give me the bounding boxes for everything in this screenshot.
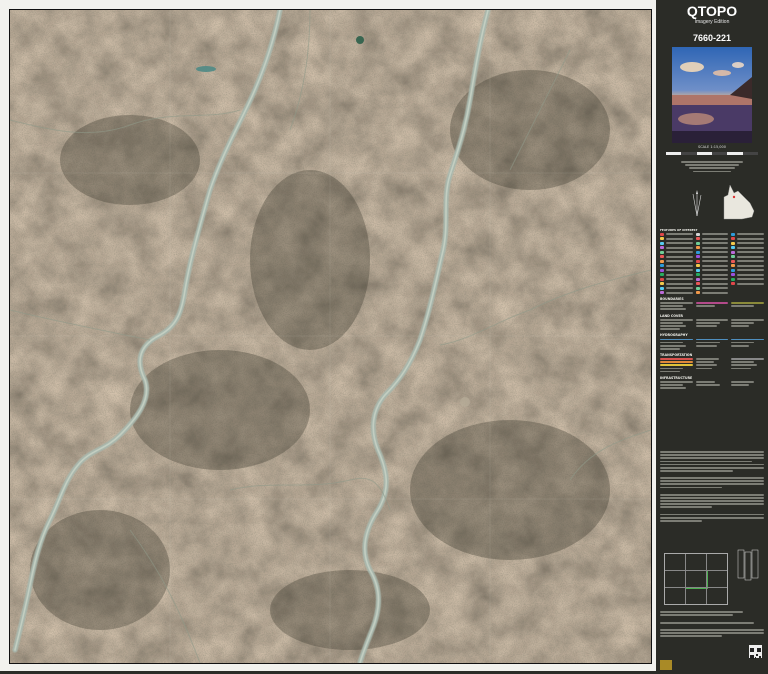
adjoining-sheets-index <box>664 553 728 605</box>
disclaimer-text <box>660 450 764 523</box>
map-sheet-diagram <box>736 548 760 582</box>
product-subtitle: Imagery Edition <box>694 19 730 25</box>
terrain-imagery <box>10 10 651 663</box>
dam <box>356 36 364 44</box>
footer-notes <box>660 610 764 638</box>
waterhole <box>196 66 216 72</box>
government-logo <box>660 655 672 670</box>
cover-photo <box>672 47 752 143</box>
sheet-number: 7660-221 <box>692 33 732 43</box>
scale-bar <box>666 152 758 155</box>
legend: FEATURES OF INTEREST BOUNDARIES LAND COV… <box>660 226 765 390</box>
north-arrow-diagram <box>682 188 712 218</box>
satellite-imagery-map[interactable] <box>9 9 652 664</box>
datum-notes <box>660 160 764 174</box>
qr-code <box>749 645 762 659</box>
map-sheet-frame <box>0 0 656 671</box>
queensland-locator-map <box>720 183 758 221</box>
legend-panel: QTOPO Imagery Edition 7660-221 SCALE 1:1… <box>656 0 768 671</box>
product-title: QTOPO <box>686 3 738 19</box>
scale-label: SCALE 1:15,000 <box>698 145 726 149</box>
